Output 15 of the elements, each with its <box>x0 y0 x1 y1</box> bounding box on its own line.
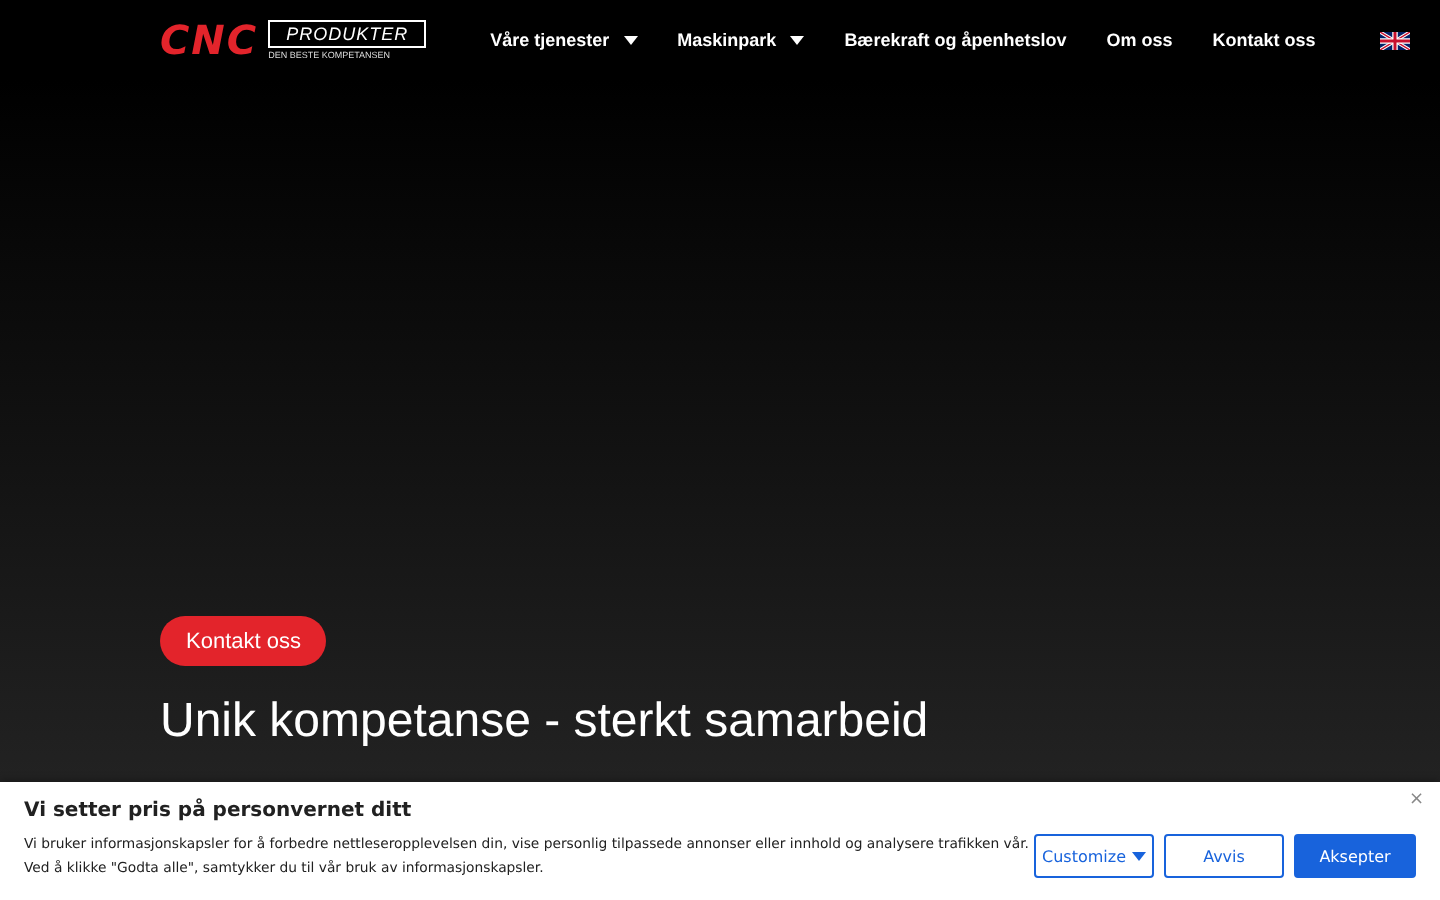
contact-button[interactable]: Kontakt oss <box>160 616 327 666</box>
consent-button[interactable]: Customize <box>1034 834 1154 878</box>
hero-heading: Unik kompetanse - sterkt samarbeid <box>160 694 929 750</box>
nav-link[interactable]: Om oss <box>1106 30 1173 50</box>
nav-link[interactable]: Kontakt oss <box>1212 30 1316 50</box>
logo-mark: CNC <box>160 16 259 64</box>
consent-button[interactable]: Avvis <box>1164 834 1284 878</box>
consent-button[interactable]: Aksepter <box>1294 834 1416 878</box>
nav-link[interactable]: Maskinpark <box>677 30 805 50</box>
uk-flag-icon[interactable] <box>1379 31 1410 49</box>
banner-title: Vi setter pris på personvernet ditt <box>24 800 414 822</box>
nav-link[interactable]: Våre tjenester <box>490 30 638 50</box>
logo-name: PRODUKTER <box>268 20 427 48</box>
close-button[interactable]: × <box>1408 790 1424 810</box>
nav-link[interactable]: Bærekraft og åpenhetslov <box>844 30 1067 50</box>
